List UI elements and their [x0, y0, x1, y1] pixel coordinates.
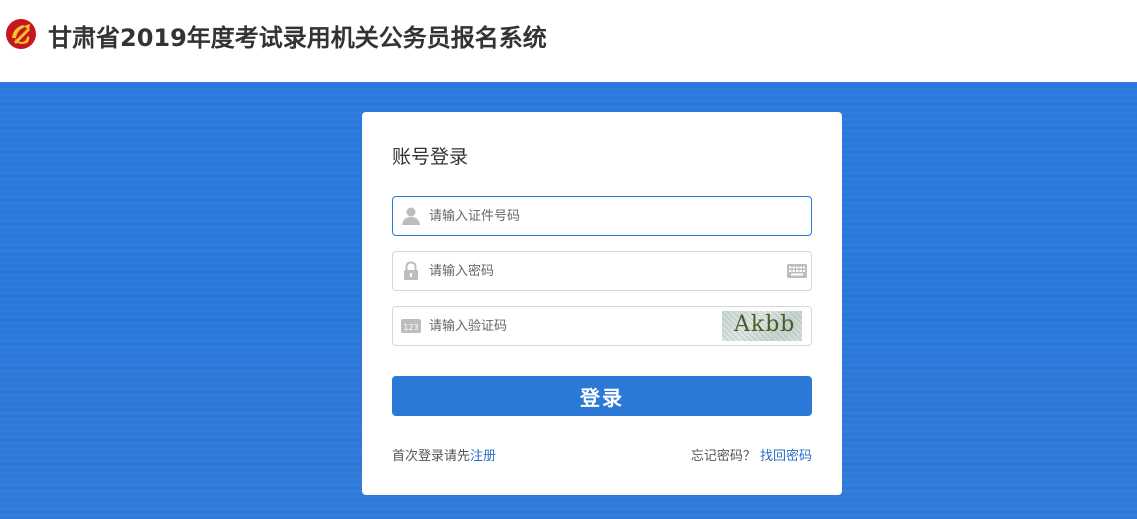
- login-title: 账号登录: [392, 146, 469, 168]
- forgot-password-link[interactable]: 找回密码: [760, 449, 812, 464]
- lock-icon: [404, 261, 418, 280]
- captcha-image[interactable]: Akbb: [722, 311, 802, 341]
- captcha-input[interactable]: [429, 307, 749, 345]
- number-code-icon: 123: [401, 319, 421, 333]
- password-field[interactable]: [392, 251, 812, 291]
- user-icon: [402, 207, 420, 225]
- virtual-keyboard-icon[interactable]: [787, 263, 807, 279]
- register-link[interactable]: 注册: [470, 449, 496, 464]
- username-input[interactable]: [429, 197, 749, 235]
- login-card: 账号登录 123 Akbb: [362, 112, 842, 495]
- register-hint: 首次登录请先注册: [392, 445, 496, 464]
- forgot-password: 忘记密码？ 找回密码: [691, 445, 812, 464]
- captcha-text: Akbb: [734, 312, 796, 337]
- password-input[interactable]: [429, 252, 749, 290]
- register-prefix: 首次登录请先: [392, 449, 471, 464]
- forgot-prefix: 忘记密码？: [690, 449, 756, 464]
- username-field[interactable]: [392, 196, 812, 236]
- party-emblem-icon: [6, 19, 36, 49]
- header: 甘肃省2019年度考试录用机关公务员报名系统: [0, 0, 1137, 82]
- login-button[interactable]: 登录: [392, 376, 812, 416]
- site-title: 甘肃省2019年度考试录用机关公务员报名系统: [48, 24, 547, 52]
- svg-text:123: 123: [403, 323, 418, 332]
- captcha-field[interactable]: 123 Akbb: [392, 306, 812, 346]
